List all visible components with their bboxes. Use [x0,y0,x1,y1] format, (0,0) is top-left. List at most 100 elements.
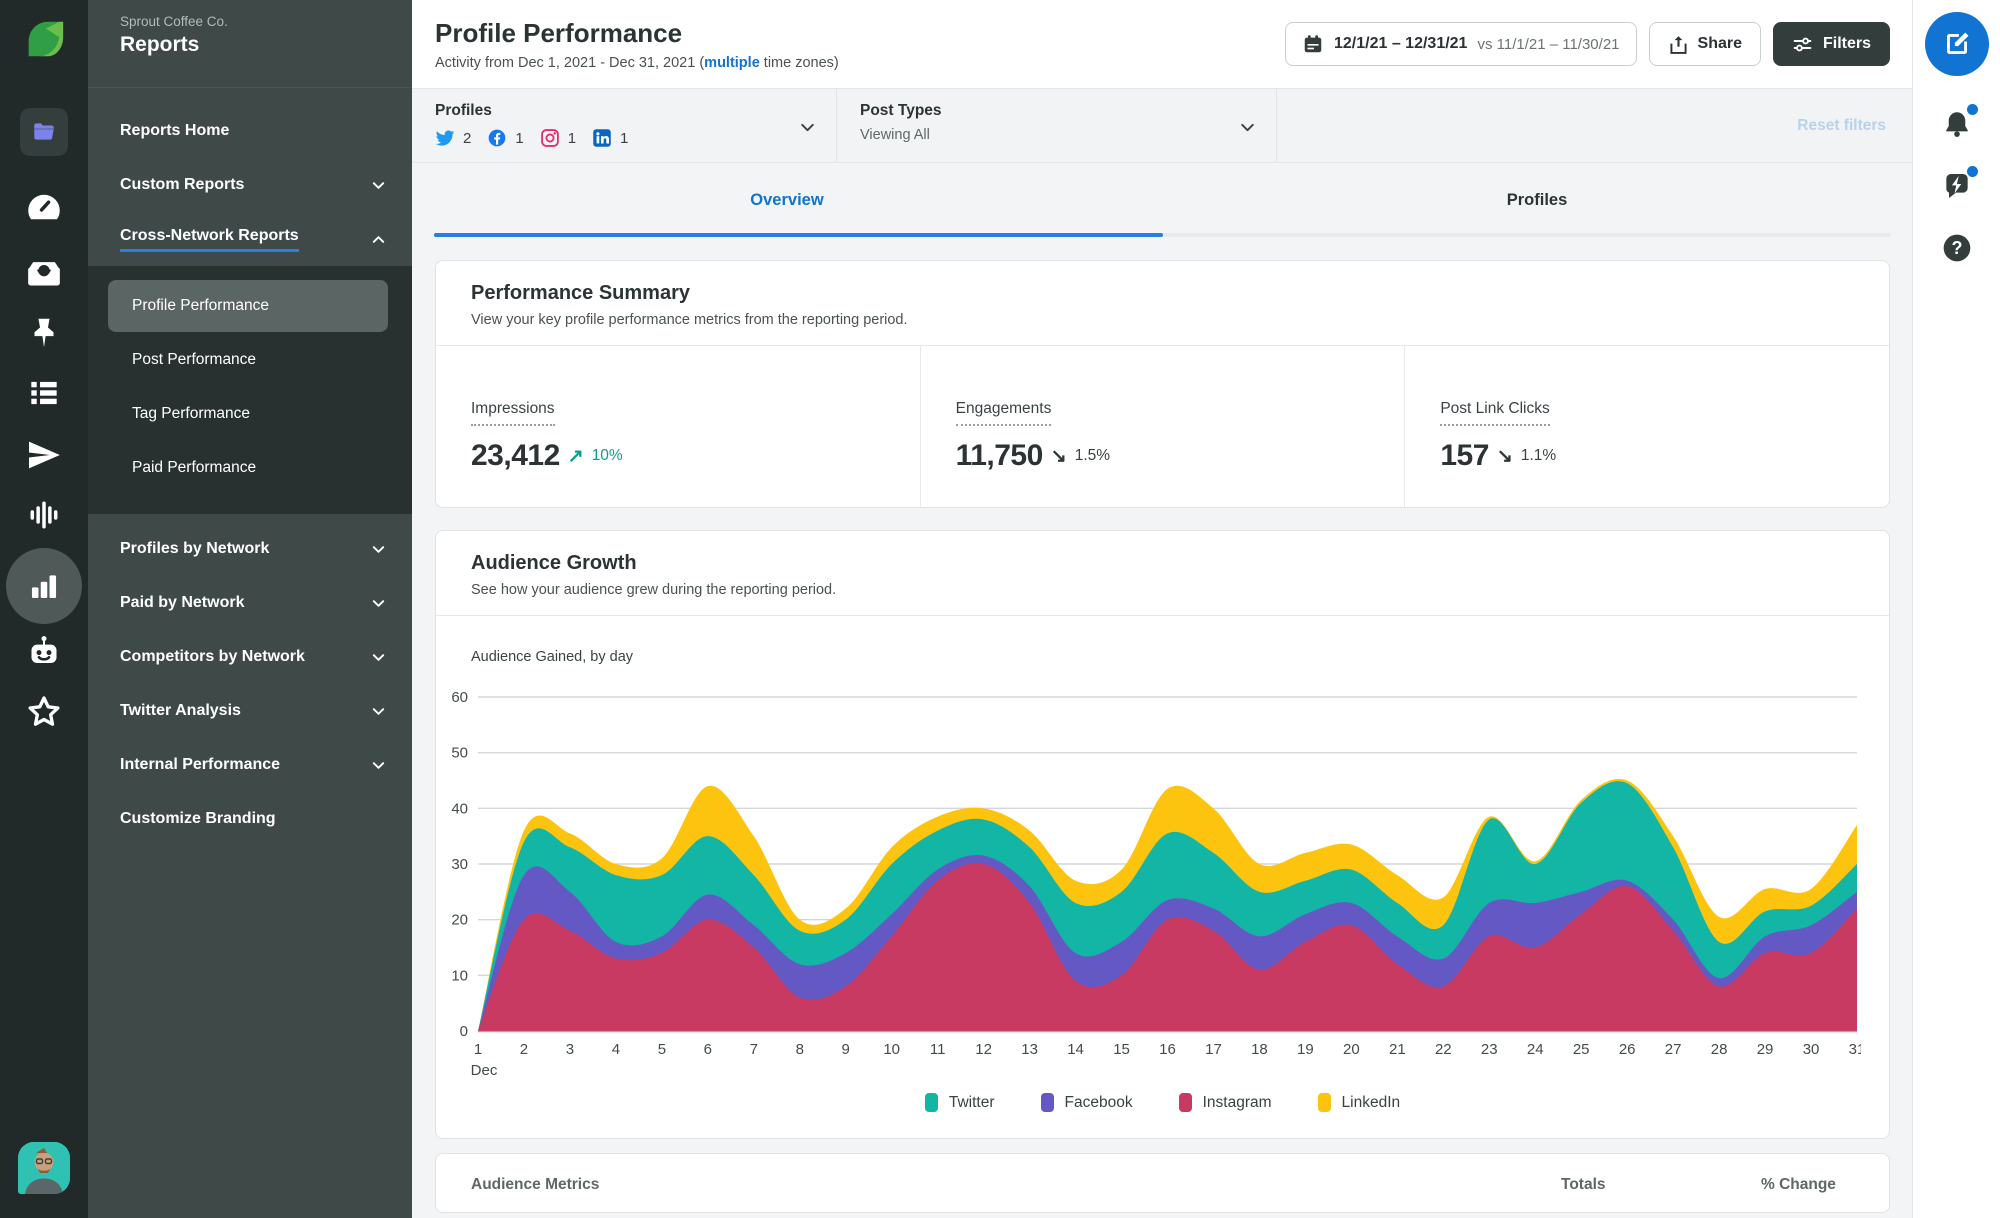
tab-indicator-track [434,233,1891,237]
performance-summary-description: View your key profile performance metric… [471,312,908,328]
metric-value: 23,412 [471,439,560,472]
sidebar-header: Sprout Coffee Co. Reports [88,0,412,88]
compose-icon [1942,29,1972,59]
metric-post-link-clicks: Post Link Clicks 157 ↘ 1.1% [1404,346,1889,507]
sidebar-item-paid-performance[interactable]: Paid Performance [108,442,388,494]
page-header: Profile Performance Activity from Dec 1,… [412,0,1912,88]
svg-text:5: 5 [658,1041,666,1058]
sidebar-item-reports-home[interactable]: Reports Home [88,104,412,158]
legend-label: Facebook [1064,1093,1133,1111]
sidebar-item-internal-performance[interactable]: Internal Performance [88,738,412,792]
metric-label[interactable]: Impressions [471,400,555,426]
chevron-down-icon [371,704,386,719]
chevron-down-icon [371,178,386,193]
svg-text:12: 12 [975,1041,992,1058]
report-content: Performance Summary View your key profil… [412,237,1912,1213]
svg-text:10: 10 [451,967,468,984]
audience-metrics-card: Audience Metrics Totals % Change [435,1153,1890,1213]
totals-column-header: Totals [1561,1176,1606,1193]
page-subtitle: Activity from Dec 1, 2021 - Dec 31, 2021… [435,54,839,71]
sidebar-item-tag-performance[interactable]: Tag Performance [108,388,388,440]
filters-sliders-icon [1792,34,1813,55]
legend-item-instagram[interactable]: Instagram [1178,1093,1272,1112]
metric-label[interactable]: Post Link Clicks [1440,400,1550,426]
utility-rail: ? [1912,0,2000,1218]
star-icon[interactable] [24,692,64,732]
share-button[interactable]: Share [1648,22,1761,66]
paper-plane-icon[interactable] [24,435,64,475]
sidebar-item-custom-reports[interactable]: Custom Reports [88,158,412,212]
sprout-logo[interactable] [21,16,67,62]
sidebar-item-customize-branding[interactable]: Customize Branding [88,792,412,846]
svg-text:16: 16 [1159,1041,1176,1058]
reports-folder-icon[interactable] [20,108,68,156]
filters-button[interactable]: Filters [1772,22,1890,66]
filter-bar: Profiles 2 1 1 1 Post Types Viewing All [412,88,1912,163]
timezone-link[interactable]: multiple [704,55,760,71]
sidebar-item-paid-by-network[interactable]: Paid by Network [88,576,412,630]
svg-text:25: 25 [1573,1041,1590,1058]
compose-button[interactable] [1924,12,1989,76]
notifications-bell-icon[interactable] [1941,104,1978,140]
tab-active-indicator [434,233,1163,237]
svg-text:13: 13 [1021,1041,1038,1058]
post-types-filter[interactable]: Post Types Viewing All [837,89,1277,162]
sidebar-item-twitter-analysis[interactable]: Twitter Analysis [88,684,412,738]
sidebar-item-post-performance[interactable]: Post Performance [108,334,388,386]
date-compare-value: vs 11/1/21 – 11/30/21 [1477,35,1620,53]
svg-text:60: 60 [451,689,468,706]
percent-change-column-header: % Change [1761,1176,1836,1193]
svg-text:9: 9 [842,1041,850,1058]
chevron-down-icon [371,542,386,557]
sidebar-nav: Reports Home Custom Reports Cross-Networ… [88,88,412,846]
trend-arrow-icon: ↗ [567,445,584,467]
date-range-button[interactable]: 12/1/21 – 12/31/21 vs 11/1/21 – 11/30/21 [1285,22,1637,66]
legend-item-linkedin[interactable]: LinkedIn [1317,1093,1400,1112]
legend-item-facebook[interactable]: Facebook [1040,1093,1133,1112]
svg-text:27: 27 [1665,1041,1682,1058]
profiles-filter[interactable]: Profiles 2 1 1 1 [412,89,837,162]
waveform-icon[interactable] [25,496,63,534]
pin-icon[interactable] [25,314,63,352]
chevron-down-icon [371,596,386,611]
dashboard-gauge-icon[interactable] [23,186,65,228]
bot-icon[interactable] [24,631,64,671]
reset-filters-button[interactable]: Reset filters [1797,117,1912,135]
sidebar-item-profile-performance[interactable]: Profile Performance [108,280,388,332]
app-rail [0,0,88,1218]
legend-item-twitter[interactable]: Twitter [924,1093,995,1112]
sidebar-item-cross-network-reports[interactable]: Cross-Network Reports [88,212,412,266]
metric-value: 157 [1440,439,1489,472]
svg-text:22: 22 [1435,1041,1452,1058]
profiles-filter-networks: 2 1 1 1 [435,128,636,148]
svg-text:15: 15 [1113,1041,1130,1058]
audience-growth-card: Audience Growth See how your audience gr… [435,530,1890,1139]
tab-profiles[interactable]: Profiles [1162,163,1912,237]
metric-engagements: Engagements 11,750 ↘ 1.5% [919,346,1405,507]
legend-swatch [1178,1093,1192,1112]
chevron-up-icon [371,232,386,247]
metric-change: 1.5% [1074,447,1111,464]
sidebar-item-profiles-by-network[interactable]: Profiles by Network [88,522,412,576]
facebook-icon [487,128,507,148]
profiles-filter-label: Profiles [435,102,492,119]
legend-label: Instagram [1202,1093,1272,1111]
user-avatar[interactable] [18,1142,70,1194]
metric-label[interactable]: Engagements [955,400,1052,426]
reports-sidebar: Sprout Coffee Co. Reports Reports Home C… [88,0,412,1218]
inbox-icon[interactable] [24,253,64,293]
svg-text:20: 20 [451,912,468,929]
linkedin-count: 1 [620,129,629,147]
list-icon[interactable] [25,374,63,412]
help-icon[interactable]: ? [1941,232,1973,264]
feedback-bolt-icon[interactable] [1941,166,1978,202]
chevron-down-icon [371,650,386,665]
svg-text:20: 20 [1343,1041,1360,1058]
tab-overview[interactable]: Overview [412,163,1162,237]
sidebar-title: Reports [120,33,200,56]
reports-bar-chart-icon[interactable] [6,548,82,624]
legend-swatch [924,1093,938,1112]
svg-text:2: 2 [520,1041,528,1058]
sidebar-item-competitors-by-network[interactable]: Competitors by Network [88,630,412,684]
linkedin-icon [592,128,612,148]
